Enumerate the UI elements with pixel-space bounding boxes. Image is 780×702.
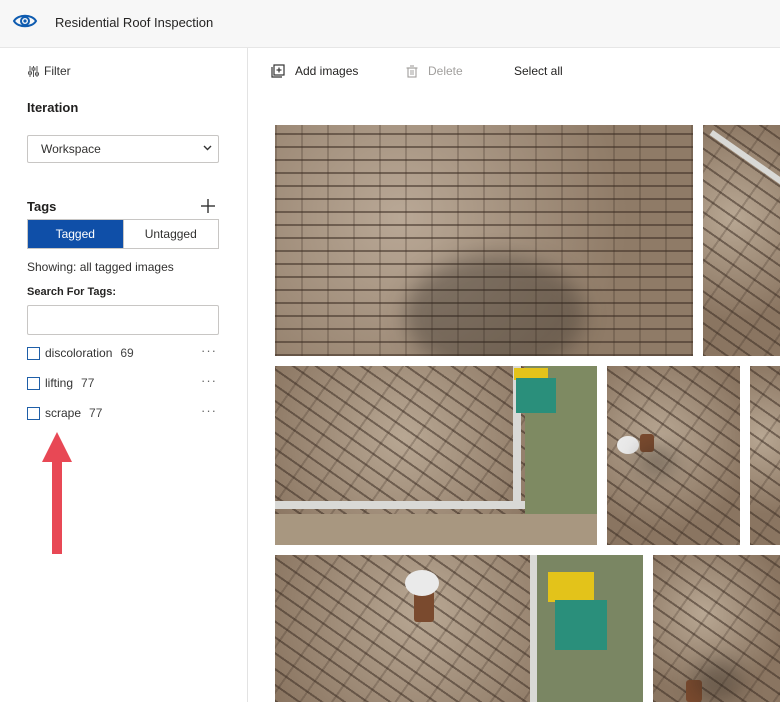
filter-label: Filter	[44, 64, 71, 78]
annotation-arrow	[42, 432, 72, 554]
search-tags-input[interactable]	[27, 305, 219, 335]
add-images-label: Add images	[295, 64, 359, 78]
roof-image[interactable]	[275, 125, 693, 356]
add-tag-icon[interactable]	[201, 199, 215, 213]
more-options-icon[interactable]: ···	[201, 373, 217, 388]
tagged-untagged-toggle: Tagged Untagged	[27, 219, 219, 249]
tagged-tab[interactable]: Tagged	[28, 220, 123, 248]
tag-checkbox[interactable]	[27, 407, 40, 420]
roof-image[interactable]	[275, 555, 643, 702]
showing-status: Showing: all tagged images	[27, 260, 174, 274]
select-all-button[interactable]: Select all	[514, 64, 563, 78]
tag-item-discoloration[interactable]: discoloration 69 ···	[27, 343, 219, 362]
filter-button[interactable]: Filter	[27, 64, 71, 78]
roof-image[interactable]	[653, 555, 780, 702]
tag-label: lifting 77	[45, 376, 95, 390]
roof-image[interactable]	[703, 125, 780, 356]
roof-image[interactable]	[607, 366, 740, 545]
iteration-select[interactable]: Workspace	[27, 135, 219, 163]
iteration-select-value: Workspace	[41, 142, 101, 156]
chevron-down-icon	[203, 145, 212, 151]
more-options-icon[interactable]: ···	[201, 403, 217, 418]
roof-image[interactable]	[275, 366, 597, 545]
filter-icon	[28, 65, 39, 77]
search-tags-label: Search For Tags:	[27, 286, 117, 298]
tag-checkbox[interactable]	[27, 347, 40, 360]
project-title: Residential Roof Inspection	[55, 15, 214, 30]
delete-button[interactable]: Delete	[406, 64, 463, 78]
tag-label: discoloration 69	[45, 346, 134, 360]
roof-image[interactable]	[750, 366, 780, 545]
eye-icon[interactable]	[12, 10, 38, 32]
select-all-label: Select all	[514, 64, 563, 78]
untagged-tab[interactable]: Untagged	[122, 220, 218, 248]
tag-checkbox[interactable]	[27, 377, 40, 390]
tag-item-scrape[interactable]: scrape 77 ···	[27, 403, 219, 422]
iteration-heading: Iteration	[27, 100, 79, 115]
sidebar: Filter Iteration Workspace Tags Tagged U…	[0, 48, 248, 702]
app-header: Residential Roof Inspection	[0, 0, 780, 48]
tag-item-lifting[interactable]: lifting 77 ···	[27, 373, 219, 392]
add-images-button[interactable]: Add images	[271, 64, 358, 78]
add-image-icon	[271, 64, 285, 78]
toolbar: Add images Delete Select all	[248, 48, 780, 98]
tag-label: scrape 77	[45, 406, 103, 420]
tags-heading: Tags	[27, 199, 57, 214]
delete-label: Delete	[428, 64, 463, 78]
more-options-icon[interactable]: ···	[201, 343, 217, 358]
trash-icon	[406, 64, 418, 78]
